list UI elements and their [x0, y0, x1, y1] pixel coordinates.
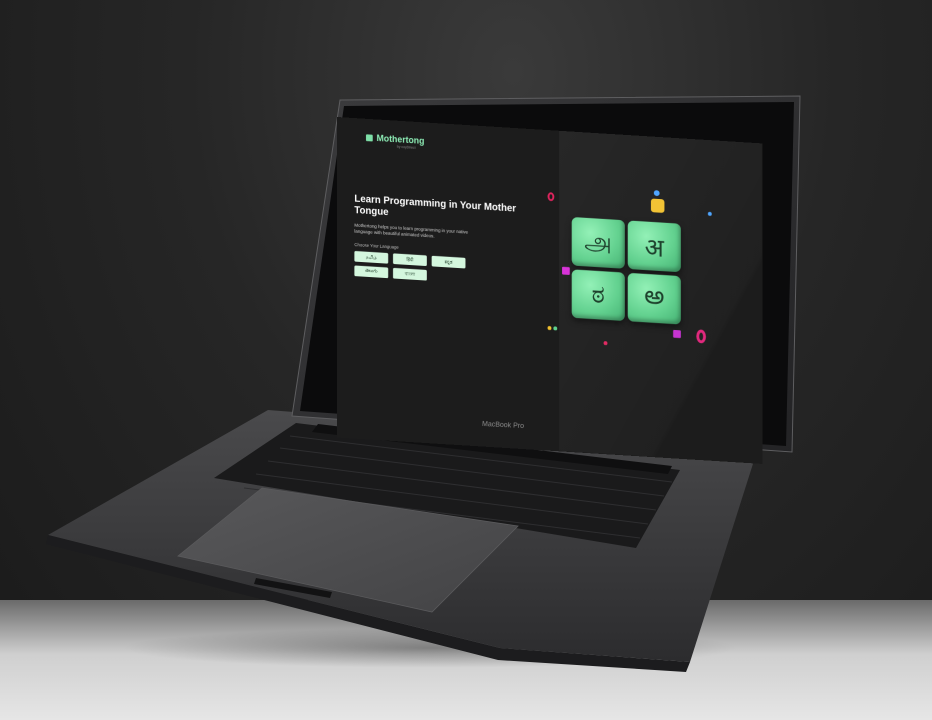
language-button-bengali[interactable]: বাংলা	[393, 267, 427, 281]
letter-tiles: அ अ ಠ అ	[571, 216, 684, 331]
language-button-telugu[interactable]: తెలుగు	[354, 265, 389, 279]
deco-cube-purple	[673, 329, 681, 339]
app-screen: Mothertong by coyDirect Learn Programmin…	[337, 117, 762, 464]
brand-name: Mothertong	[376, 133, 425, 146]
hero-title: Learn Programming in Your Mother Tongue	[354, 193, 517, 219]
letter-tile: अ	[627, 220, 681, 273]
deco-cube-magenta	[562, 266, 570, 275]
deco-ball-yellow	[547, 325, 552, 331]
language-button-tamil[interactable]: தமிழ்	[354, 250, 389, 264]
deco-ring-pink	[696, 329, 706, 344]
deco-dot-blue	[707, 211, 712, 216]
deco-ring-red	[547, 192, 555, 202]
deco-ball-blue	[653, 190, 660, 197]
language-buttons: தமிழ் हिंदी ಕನ್ನಡ తెలుగు বাংলা	[354, 250, 480, 284]
deco-dot-pink	[603, 341, 608, 346]
front-notch	[254, 578, 332, 598]
deco-ball-green	[553, 326, 558, 331]
letter-tile: அ	[571, 216, 625, 269]
logo-icon	[365, 133, 373, 142]
hero-description: Mothertong helps you to learn programmin…	[354, 222, 469, 239]
letter-tile: అ	[627, 272, 681, 325]
letter-tile: ಠ	[571, 269, 625, 322]
trackpad	[177, 487, 519, 613]
choose-language-label: Choose Your Language	[354, 242, 399, 250]
brand-sub: by coyDirect	[396, 144, 416, 150]
laptop-shadow	[120, 628, 740, 668]
deco-hexagon-yellow	[650, 198, 665, 213]
language-button-hindi[interactable]: हिंदी	[393, 253, 427, 267]
brand[interactable]: Mothertong	[365, 132, 425, 146]
language-button-kannada[interactable]: ಕನ್ನಡ	[431, 255, 466, 269]
